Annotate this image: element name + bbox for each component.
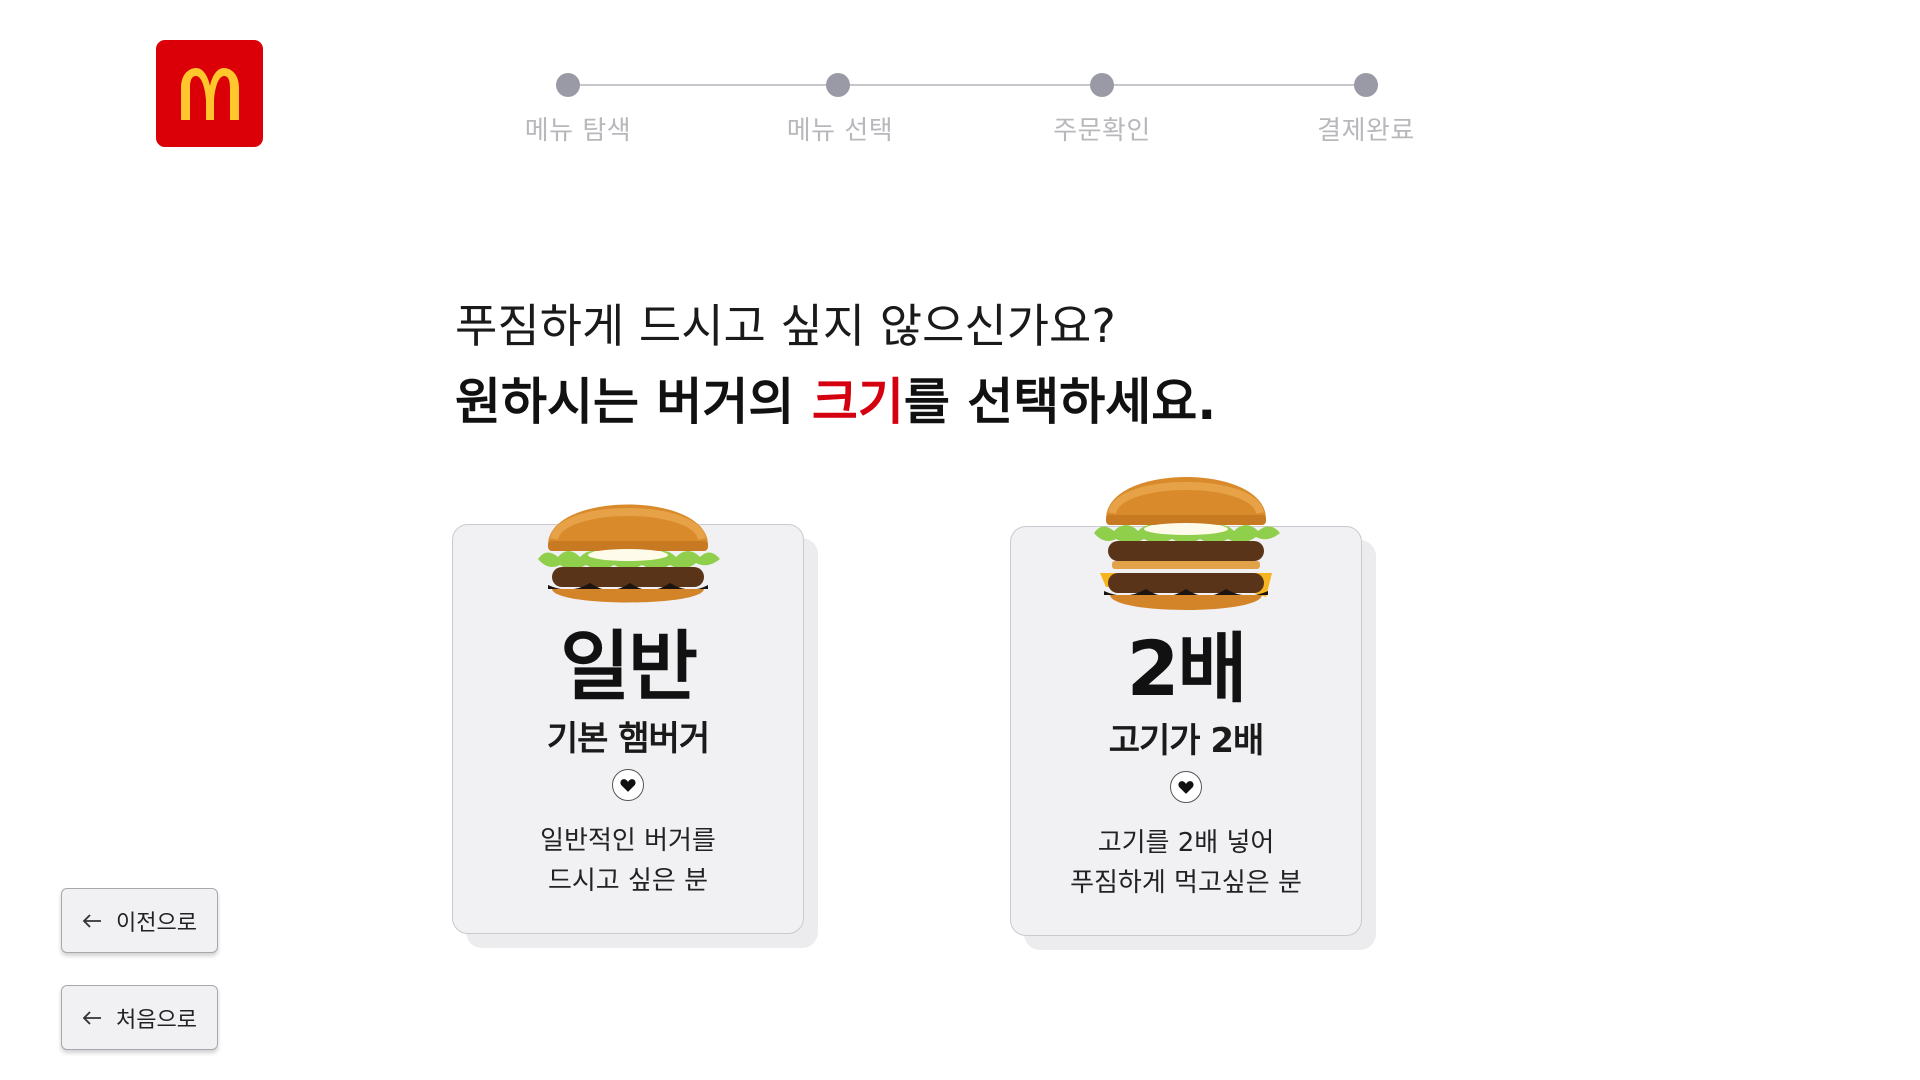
option-size-title: 2배 xyxy=(1126,624,1248,713)
kiosk-page: 메뉴 탐색 메뉴 선택 주문확인 결제완료 푸짐하게 드시고 싶지 않으신가요?… xyxy=(0,0,1920,1080)
step-connector xyxy=(850,84,1090,86)
double-burger-image xyxy=(1094,477,1280,610)
step-dot-1 xyxy=(556,73,580,97)
arrow-left-icon xyxy=(82,913,102,928)
back-button-label: 이전으로 xyxy=(116,910,197,936)
option-description: 일반적인 버거를 드시고 싶은 분 xyxy=(453,821,803,901)
heart-icon xyxy=(1170,771,1202,803)
back-button[interactable]: 이전으로 xyxy=(61,888,218,953)
question-title-highlight: 크기 xyxy=(811,373,904,431)
size-option-double[interactable]: 2배 고기가 2배 고기를 2배 넣어 푸짐하게 먹고싶은 분 xyxy=(1010,477,1362,936)
step-dot-3 xyxy=(1090,73,1114,97)
home-button-label: 처음으로 xyxy=(116,1007,197,1033)
step-label-2: 메뉴 선택 xyxy=(786,116,894,146)
heart-icon xyxy=(612,769,644,801)
option-size-title: 일반 xyxy=(560,622,698,711)
question-title: 원하시는 버거의 크기를 선택하세요. xyxy=(455,362,1216,434)
option-description-line: 드시고 싶은 분 xyxy=(547,866,709,896)
option-description-line: 일반적인 버거를 xyxy=(540,826,716,856)
question-title-post: 를 선택하세요. xyxy=(903,373,1217,431)
option-description: 고기를 2배 넣어 푸짐하게 먹고싶은 분 xyxy=(1011,823,1361,903)
arrow-left-icon xyxy=(82,1010,102,1025)
step-connector xyxy=(580,84,828,86)
regular-burger-image xyxy=(538,504,720,603)
step-label-3: 주문확인 xyxy=(1053,116,1151,146)
step-label-4: 결제완료 xyxy=(1317,116,1415,146)
question-subtitle: 푸짐하게 드시고 싶지 않으신가요? xyxy=(455,299,1116,353)
home-button[interactable]: 처음으로 xyxy=(61,985,218,1050)
order-progress-stepper: 메뉴 탐색 메뉴 선택 주문확인 결제완료 xyxy=(0,0,1920,160)
option-name: 기본 햄버거 xyxy=(546,719,710,759)
option-description-line: 푸짐하게 먹고싶은 분 xyxy=(1070,868,1302,898)
step-dot-4 xyxy=(1354,73,1378,97)
question-title-pre: 원하시는 버거의 xyxy=(455,373,812,431)
option-name: 고기가 2배 xyxy=(1108,721,1265,761)
size-option-regular[interactable]: 일반 기본 햄버거 일반적인 버거를 드시고 싶은 분 xyxy=(452,504,804,934)
step-label-1: 메뉴 탐색 xyxy=(524,116,632,146)
step-connector xyxy=(1114,84,1360,86)
option-description-line: 고기를 2배 넣어 xyxy=(1097,828,1275,858)
step-dot-2 xyxy=(826,73,850,97)
